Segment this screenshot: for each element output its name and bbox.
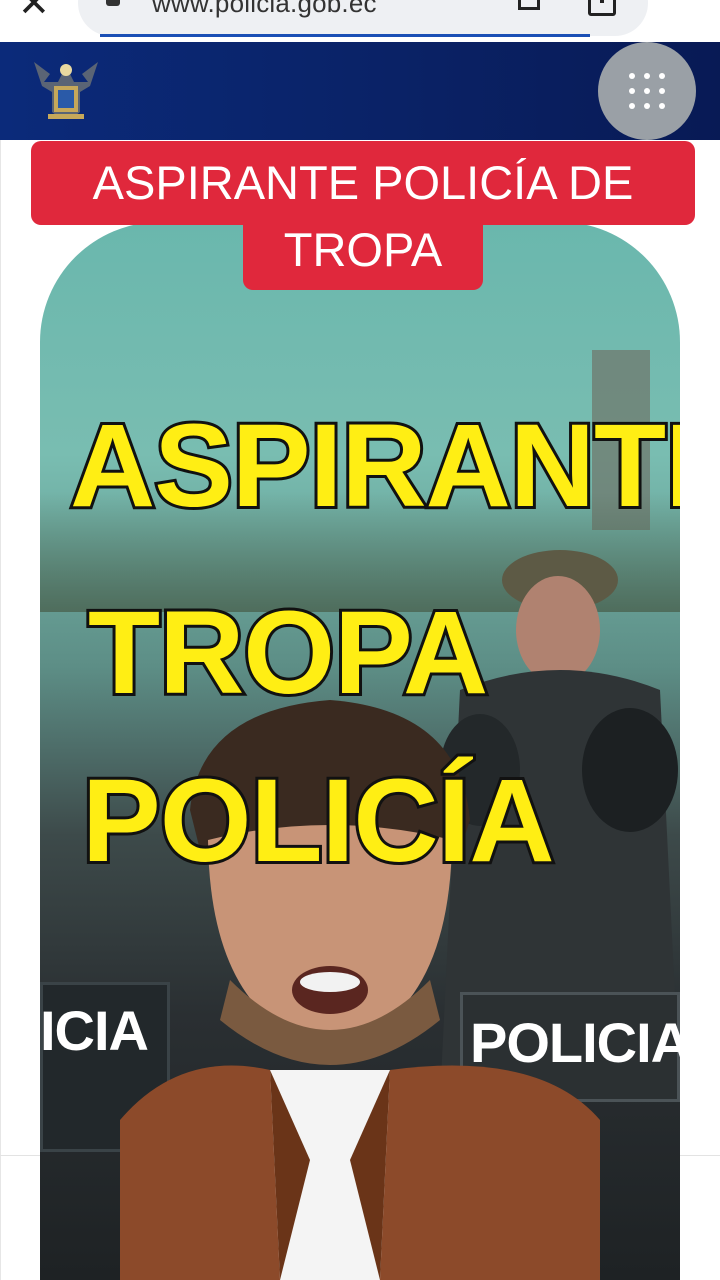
police-crest-logo[interactable] [30, 52, 102, 128]
site-info-icon[interactable] [106, 0, 120, 6]
url-text[interactable]: www.policia.gob.ec [152, 0, 377, 19]
apps-menu-button[interactable] [598, 42, 696, 140]
overlay-title-line-1: ASPIRANTE [67, 400, 680, 532]
bookmark-icon[interactable] [518, 0, 540, 10]
page-load-progress [100, 34, 590, 37]
overlay-title-line-3: POLICÍA [79, 755, 558, 887]
browser-address-bar: ✕ www.policia.gob.ec [0, 0, 720, 42]
close-icon[interactable]: ✕ [18, 0, 50, 22]
caption-line-2: TROPA [243, 218, 483, 290]
apps-grid-icon [629, 73, 665, 109]
video-thumbnail[interactable]: ICIA POLICIA ASPIRANTE TROPA POLICÍA [40, 222, 680, 1280]
overlay-title-line-2: TROPA [85, 587, 491, 719]
caption-line-1: ASPIRANTE POLICÍA DE [31, 141, 695, 225]
share-icon[interactable] [588, 0, 616, 16]
